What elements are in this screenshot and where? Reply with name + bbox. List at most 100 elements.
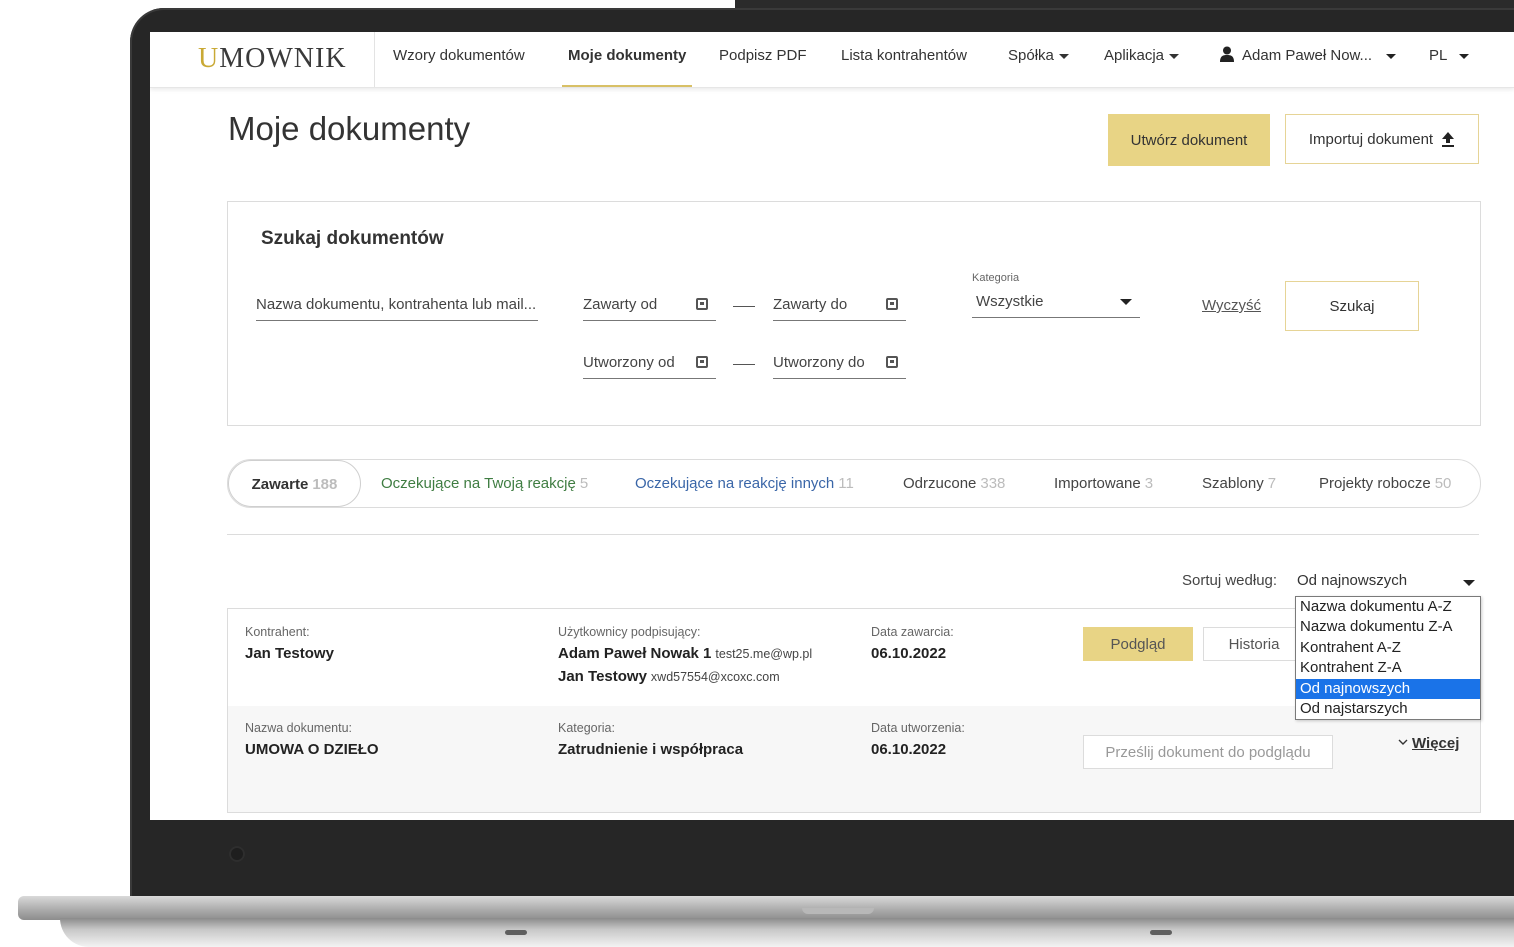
category-value: Zatrudnienie i współpraca [558, 741, 744, 758]
search-name-input[interactable]: Nazwa dokumentu, kontrahenta lub mail... [256, 290, 538, 321]
tab-drafts[interactable]: Projekty robocze 50 [1319, 460, 1451, 507]
created-to-label: Utworzony do [773, 354, 865, 371]
page-title: Moje dokumenty [228, 110, 471, 147]
created-date-label: Data utworzenia: [871, 721, 965, 735]
send-for-preview-button[interactable]: Prześlij dokument do podglądu [1083, 735, 1333, 769]
tab-concluded[interactable]: Zawarte 188 [228, 460, 361, 507]
tab-count: 7 [1267, 475, 1277, 492]
tab-templates[interactable]: Szablony 7 [1202, 460, 1276, 507]
signer-email: test25.me@wp.pl [715, 647, 813, 661]
sort-option[interactable]: Kontrahent Z-A [1296, 658, 1480, 678]
sort-option[interactable]: Kontrahent A-Z [1296, 638, 1480, 658]
tab-rejected[interactable]: Odrzucone 338 [903, 460, 1005, 507]
nav-item-sign-pdf[interactable]: Podpisz PDF [719, 32, 807, 85]
search-name-placeholder: Nazwa dokumentu, kontrahenta lub mail... [256, 296, 537, 313]
signer-row: Adam Paweł Nowak 1 test25.me@wp.pl [558, 645, 812, 662]
sort-select[interactable]: Od najnowszych [1297, 572, 1475, 589]
nav-item-company-label: Spółka [1008, 47, 1054, 64]
concluded-from-date[interactable]: Zawarty od [583, 290, 716, 321]
upload-icon [1442, 131, 1455, 147]
chevron-down-icon [1398, 739, 1408, 745]
laptop-notch [802, 908, 874, 914]
document-card: Kontrahent: Jan Testowy Użytkownicy podp… [227, 608, 1481, 813]
search-panel: Szukaj dokumentów Nazwa dokumentu, kontr… [227, 201, 1481, 426]
history-button[interactable]: Historia [1203, 627, 1305, 661]
contractor-label: Kontrahent: [245, 625, 310, 639]
import-document-button[interactable]: Importuj dokument [1285, 114, 1479, 164]
sort-dropdown-list: Nazwa dokumentu A-Z Nazwa dokumentu Z-A … [1295, 596, 1481, 721]
sort-selected-value: Od najnowszych [1297, 572, 1408, 589]
concluded-from-label: Zawarty od [583, 296, 658, 313]
tab-label: Odrzucone [903, 475, 977, 492]
sort-option[interactable]: Nazwa dokumentu A-Z [1296, 597, 1480, 617]
tab-count: 5 [579, 475, 589, 492]
more-link[interactable]: Więcej [1398, 735, 1459, 752]
nav-item-contractors[interactable]: Lista kontrahentów [841, 32, 967, 85]
preview-button[interactable]: Podgląd [1083, 627, 1193, 661]
clear-filters-link[interactable]: Wyczyść [1202, 297, 1261, 314]
tab-label: Importowane [1054, 475, 1141, 492]
logo[interactable]: U MOWNIK [198, 41, 347, 77]
tab-awaiting-others[interactable]: Oczekujące na reakcję innych 11 [635, 460, 854, 507]
laptop-camera [229, 846, 245, 862]
search-button[interactable]: Szukaj [1285, 281, 1419, 331]
nav-divider [374, 32, 375, 87]
language-select[interactable]: PL [1429, 32, 1470, 85]
chevron-down-icon [1169, 53, 1180, 59]
category-label: Kategoria [972, 272, 1020, 284]
logo-mark: U [198, 43, 220, 74]
created-date-value: 06.10.2022 [871, 741, 947, 758]
chevron-down-icon [1058, 53, 1069, 59]
signer-row: Jan Testowy xwd57554@xcoxc.com [558, 668, 780, 685]
sort-option[interactable]: Od najstarszych [1296, 699, 1480, 719]
app-screen: U MOWNIK Wzory dokumentów Moje dokumenty … [150, 32, 1514, 820]
laptop-base-lip [60, 918, 1514, 947]
tab-label: Oczekujące na reakcję innych [635, 475, 835, 492]
user-icon [1220, 46, 1234, 62]
user-menu[interactable]: Adam Paweł Now... [1220, 32, 1397, 85]
nav-item-app[interactable]: Aplikacja [1104, 32, 1180, 85]
calendar-icon [886, 298, 898, 310]
tab-label: Zawarte [251, 476, 309, 493]
sort-label: Sortuj według: [1182, 572, 1278, 589]
tab-label: Szablony [1202, 475, 1264, 492]
concluded-to-date[interactable]: Zawarty do [773, 290, 906, 321]
nav-item-templates[interactable]: Wzory dokumentów [393, 32, 525, 85]
nav-item-my-documents[interactable]: Moje dokumenty [562, 32, 693, 87]
document-status-tabs: Zawarte 188 Oczekujące na Twoją reakcję 5 … [227, 459, 1481, 508]
concluded-date-value: 06.10.2022 [871, 645, 947, 662]
top-navigation: U MOWNIK Wzory dokumentów Moje dokumenty … [150, 32, 1514, 88]
contractor-value: Jan Testowy [245, 645, 334, 662]
calendar-icon [696, 298, 708, 310]
laptop-foot [505, 930, 527, 935]
created-from-label: Utworzony od [583, 354, 675, 371]
signer-name: Adam Paweł Nowak 1 [558, 645, 712, 662]
more-label: Więcej [1412, 735, 1460, 752]
tab-label: Projekty robocze [1319, 475, 1431, 492]
concluded-to-label: Zawarty do [773, 296, 848, 313]
date-range-dash [733, 364, 755, 365]
chevron-down-icon [1386, 53, 1397, 59]
tab-imported[interactable]: Importowane 3 [1054, 460, 1153, 507]
laptop-base [18, 896, 1514, 920]
create-document-button[interactable]: Utwórz dokument [1108, 114, 1270, 166]
calendar-icon [696, 356, 708, 368]
concluded-date-label: Data zawarcia: [871, 625, 954, 639]
category-value: Wszystkie [976, 293, 1044, 310]
section-divider [227, 534, 1479, 535]
sort-option-selected[interactable]: Od najnowszych [1296, 678, 1480, 699]
signers-label: Użytkownicy podpisujący: [558, 625, 701, 639]
signer-email: xwd57554@xcoxc.com [650, 670, 780, 684]
document-name-value: UMOWA O DZIEŁO [245, 741, 379, 758]
tab-count: 3 [1144, 475, 1154, 492]
nav-item-app-label: Aplikacja [1104, 47, 1165, 64]
nav-item-company[interactable]: Spółka [1008, 32, 1069, 85]
created-to-date[interactable]: Utworzony do [773, 348, 906, 379]
laptop-foot [1150, 930, 1172, 935]
created-from-date[interactable]: Utworzony od [583, 348, 716, 379]
date-range-dash [733, 306, 755, 307]
category-select[interactable]: Wszystkie [972, 287, 1140, 318]
tab-awaiting-your-reaction[interactable]: Oczekujące na Twoją reakcję 5 [381, 460, 588, 507]
tab-label: Oczekujące na Twoją reakcję [381, 475, 576, 492]
sort-option[interactable]: Nazwa dokumentu Z-A [1296, 617, 1480, 637]
